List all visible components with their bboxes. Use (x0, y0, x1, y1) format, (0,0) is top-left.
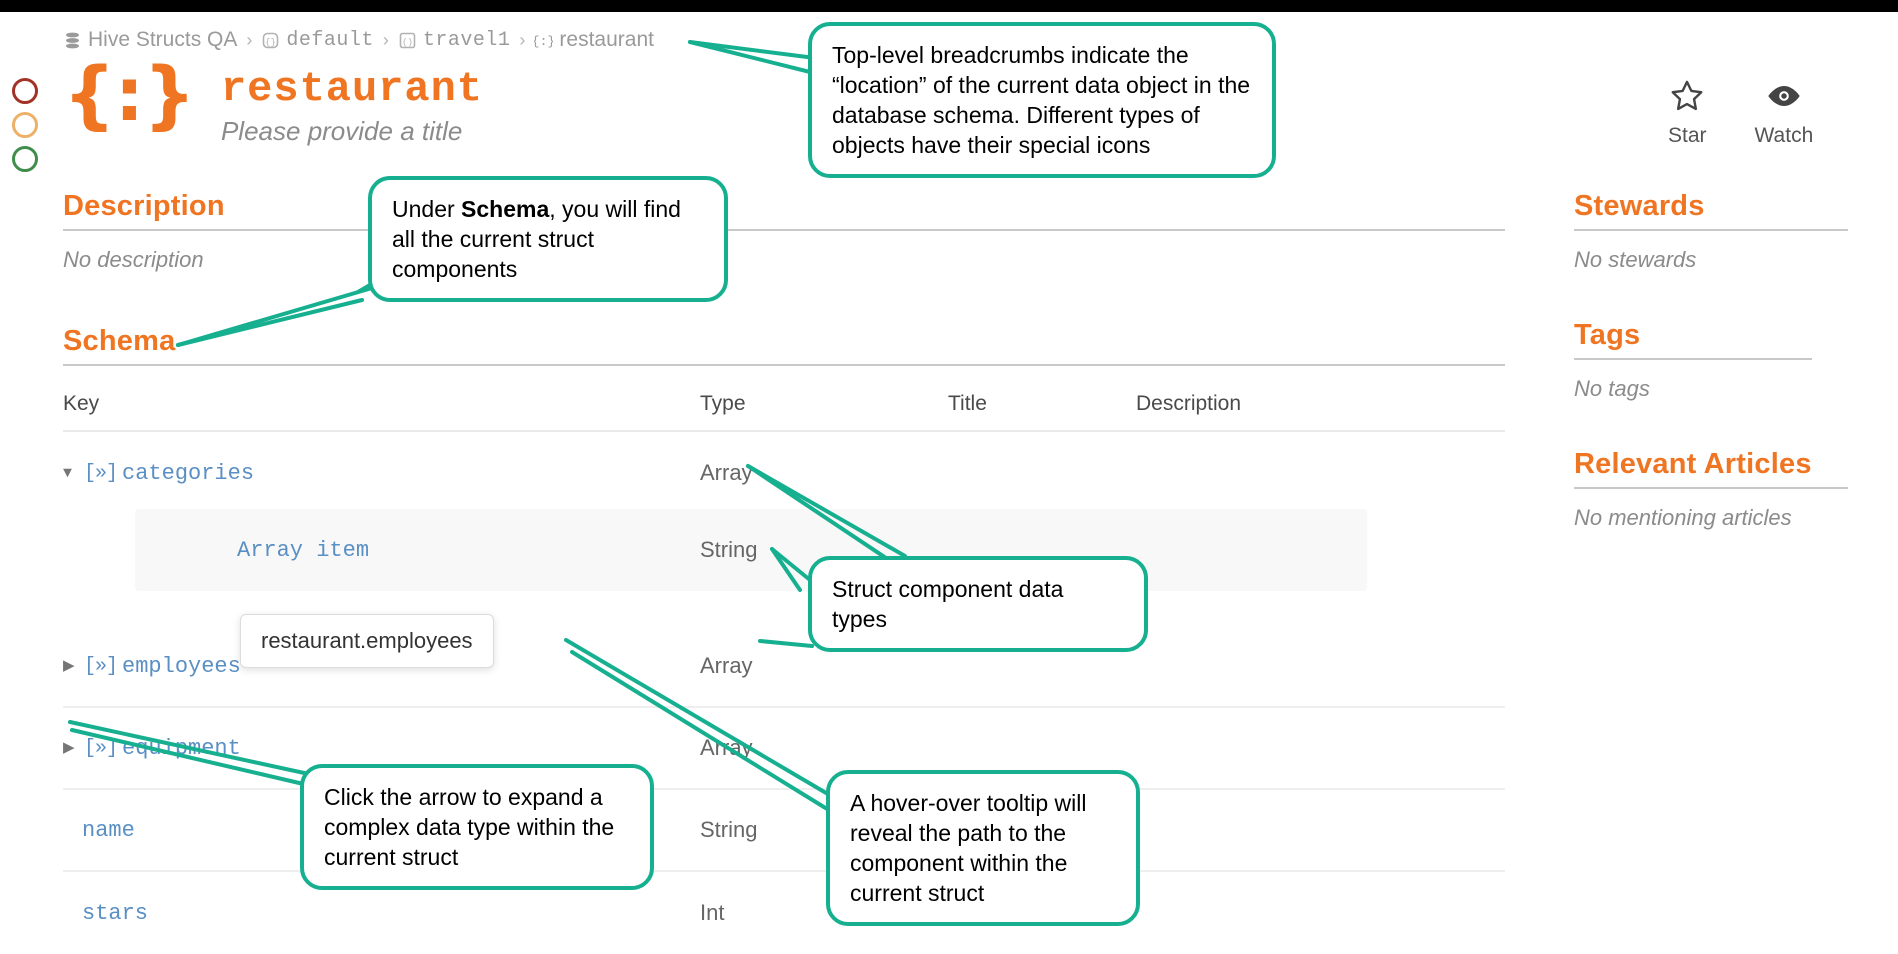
expand-arrow-icon[interactable] (63, 741, 81, 756)
nested-schema-block: Array item String (63, 509, 1505, 591)
relevant-articles-heading: Relevant Articles (1574, 448, 1812, 480)
schema-key-label: stars (82, 900, 149, 926)
page-title: restaurant (220, 65, 484, 113)
breadcrumb-item-restaurant[interactable]: {:} restaurant (534, 28, 654, 52)
divider (63, 364, 1505, 366)
schema-key-cell[interactable]: stars (63, 901, 700, 926)
array-icon: [»] (84, 736, 118, 760)
callout-text-bold: Schema (461, 196, 550, 222)
callout-text: Struct component data types (832, 576, 1064, 632)
breadcrumb-item-default[interactable]: {} default (261, 29, 374, 52)
close-button[interactable] (12, 78, 38, 104)
expand-arrow-icon[interactable] (63, 466, 81, 481)
column-header-type: Type (700, 392, 746, 415)
eye-icon (1764, 78, 1804, 119)
callout-expand-arrow: Click the arrow to expand a complex data… (300, 764, 654, 890)
table-row[interactable]: [»] equipment Array (63, 708, 1505, 790)
minimize-button[interactable] (12, 112, 38, 138)
description-heading: Description (63, 190, 225, 222)
struct-glyph-icon: {:} (63, 52, 196, 138)
divider (63, 229, 1505, 231)
array-icon: [»] (84, 654, 118, 678)
stewards-empty-text: No stewards (1574, 247, 1697, 272)
divider (1574, 487, 1848, 489)
maximize-button[interactable] (12, 146, 38, 172)
schema-type-cell: Array (700, 460, 753, 485)
callout-hover-tooltip: A hover-over tooltip will reveal the pat… (826, 770, 1140, 926)
sidebar: Stewards No stewards Tags No tags Releva… (1574, 190, 1848, 577)
watch-label: Watch (1754, 124, 1814, 147)
table-icon: () (398, 31, 417, 50)
callout-breadcrumbs: Top-level breadcrumbs indicate the “loca… (808, 22, 1276, 178)
schema-type-cell: Array (700, 653, 753, 678)
description-section: Description No description (63, 190, 1505, 273)
breadcrumb-label: default (286, 28, 374, 52)
description-empty-text: No description (63, 247, 204, 272)
namespace-icon: {} (261, 31, 280, 50)
tags-empty-text: No tags (1574, 376, 1650, 401)
table-row[interactable]: name String (63, 790, 1505, 872)
schema-type-cell: Array (700, 735, 753, 760)
window-controls (12, 78, 48, 180)
svg-text:{:}: {:} (534, 34, 553, 49)
callout-data-types: Struct component data types (808, 556, 1148, 652)
callout-text-pre: Under (392, 196, 462, 222)
column-header-key: Key (63, 392, 100, 415)
callout-text: A hover-over tooltip will reveal the pat… (850, 790, 1087, 906)
svg-text:{}: {} (265, 37, 276, 47)
column-header-title: Title (948, 392, 987, 415)
schema-key-label: equipment (122, 735, 241, 761)
schema-key-cell[interactable]: [»] equipment (63, 736, 700, 761)
breadcrumb-separator: › (246, 29, 253, 50)
breadcrumb-item-travel1[interactable]: () travel1 (398, 29, 511, 52)
callout-schema: Under Schema, you will find all the curr… (368, 176, 728, 302)
sidebar-section-relevant-articles: Relevant Articles No mentioning articles (1574, 448, 1848, 531)
watch-button[interactable]: Watch (1754, 78, 1814, 148)
page-actions: Star Watch (1668, 78, 1813, 148)
breadcrumb: Hive Structs QA › {} default › () travel… (63, 28, 654, 52)
breadcrumb-label: Hive Structs QA (88, 28, 238, 51)
star-icon (1668, 78, 1706, 119)
tags-heading: Tags (1574, 319, 1641, 351)
star-button[interactable]: Star (1668, 78, 1707, 148)
table-row[interactable]: stars Int (63, 872, 1505, 954)
schema-key-cell[interactable]: [»] categories (63, 461, 700, 486)
column-header-description: Description (1136, 392, 1242, 415)
path-tooltip: restaurant.employees (240, 614, 494, 668)
schema-key-label: categories (122, 460, 255, 486)
callout-text: Click the arrow to expand a complex data… (324, 784, 615, 870)
array-icon: [»] (84, 461, 118, 485)
expand-arrow-icon[interactable] (63, 659, 81, 674)
sidebar-section-tags: Tags No tags (1574, 319, 1848, 402)
sidebar-section-stewards: Stewards No stewards (1574, 190, 1848, 273)
relevant-articles-empty-text: No mentioning articles (1574, 505, 1792, 530)
database-icon (63, 31, 82, 50)
breadcrumb-separator: › (382, 29, 389, 50)
window-titlebar (0, 0, 1898, 12)
table-header-row: Key Type Title Description (63, 378, 1505, 432)
schema-section: Schema (63, 325, 1505, 366)
breadcrumb-label: travel1 (422, 28, 511, 52)
schema-key-label: name (82, 817, 135, 843)
schema-key-label: employees (122, 653, 241, 679)
svg-text:(): () (402, 37, 413, 47)
page-subtitle[interactable]: Please provide a title (221, 116, 483, 147)
struct-icon: {:} (534, 31, 553, 50)
divider (1574, 358, 1812, 360)
divider (1574, 229, 1848, 231)
star-label: Star (1668, 124, 1707, 147)
schema-heading: Schema (63, 325, 176, 357)
page-header: {:} restaurant Please provide a title (63, 58, 484, 147)
breadcrumb-label: restaurant (559, 28, 654, 51)
callout-text: Top-level breadcrumbs indicate the “loca… (832, 42, 1251, 158)
breadcrumb-separator: › (519, 29, 526, 50)
breadcrumb-item-hive-structs-qa[interactable]: Hive Structs QA (63, 28, 237, 52)
stewards-heading: Stewards (1574, 190, 1705, 222)
table-row-nested[interactable]: Array item String (135, 509, 1367, 591)
table-row[interactable]: [»] categories Array (63, 432, 1505, 514)
nested-key-label: Array item (237, 537, 370, 563)
